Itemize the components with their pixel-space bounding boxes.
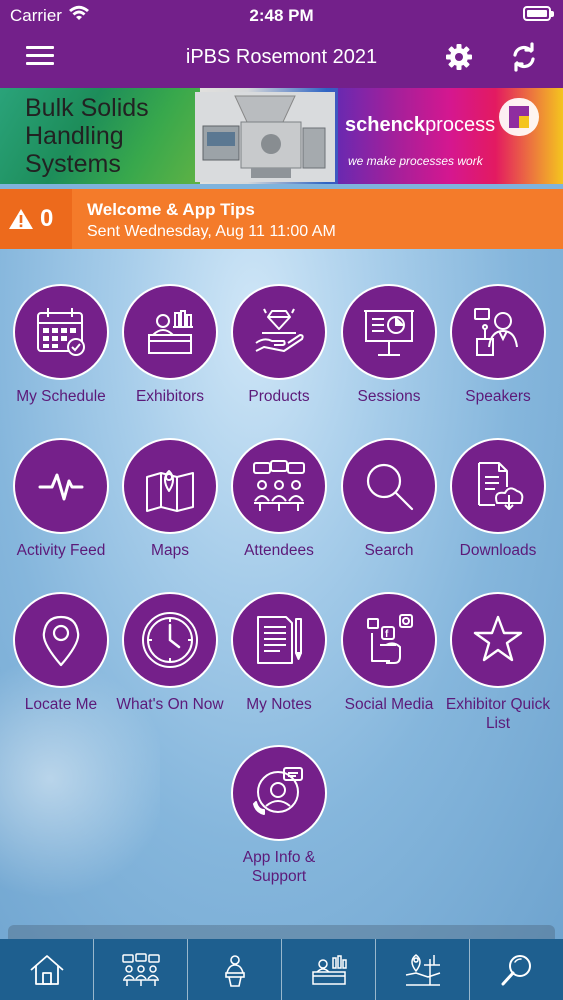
tile-label: My Schedule: [16, 388, 106, 405]
brand-logo-icon: [499, 98, 539, 136]
settings-gear-icon[interactable]: [444, 42, 474, 77]
exhibitor-booth-icon: [311, 954, 347, 985]
map-pin-icon: [122, 438, 218, 534]
tab-attendees[interactable]: [94, 939, 188, 1000]
banner-slogan: we make processes work: [348, 154, 483, 168]
tile-label: Sessions: [357, 388, 421, 405]
refresh-icon[interactable]: [510, 42, 538, 77]
tile-my-notes[interactable]: My Notes: [224, 592, 334, 714]
brand-logo-text: schenckprocess: [345, 114, 496, 136]
tile-attendees[interactable]: Attendees: [224, 438, 334, 560]
banner-headline: Bulk Solids Handling Systems: [25, 94, 149, 178]
attendees-icon: [121, 952, 160, 986]
app-title: iPBS Rosemont 2021: [185, 46, 378, 68]
tab-maps[interactable]: [376, 939, 470, 1000]
pulse-icon: [13, 438, 109, 534]
scroll-indicator: [8, 925, 555, 939]
tile-app-info-support[interactable]: App Info & Support: [224, 745, 334, 886]
tile-exhibitor-quick-list[interactable]: Exhibitor Quick List: [443, 592, 553, 733]
tile-label: Search: [364, 542, 414, 559]
tab-exhibitors[interactable]: [282, 939, 376, 1000]
clock-time: 2:48 PM: [249, 6, 314, 25]
product-hand-icon: [231, 284, 327, 380]
tile-label: Exhibitors: [135, 388, 205, 405]
search-icon: [341, 438, 437, 534]
download-cloud-icon: [450, 438, 546, 534]
tile-search[interactable]: Search: [334, 438, 444, 560]
attendees-icon: [231, 438, 327, 534]
presentation-board-icon: [341, 284, 437, 380]
tile-label: Exhibitor Quick List: [445, 696, 551, 732]
notes-icon: [231, 592, 327, 688]
tile-sessions[interactable]: Sessions: [334, 284, 444, 406]
tab-search[interactable]: [470, 939, 563, 1000]
sponsor-banner[interactable]: Bulk Solids Handling Systems schenckproc…: [0, 88, 563, 184]
search-icon: [501, 954, 531, 985]
tile-label: Downloads: [459, 542, 537, 559]
tile-label: Products: [248, 388, 310, 405]
tile-social-media[interactable]: f Social Media: [334, 592, 444, 714]
tab-speakers[interactable]: [188, 939, 282, 1000]
location-pin-icon: [13, 592, 109, 688]
header: Carrier 2:48 PM iPBS Rosemont 2021: [0, 0, 563, 88]
tile-activity-feed[interactable]: Activity Feed: [6, 438, 116, 560]
tile-products[interactable]: Products: [224, 284, 334, 406]
machine-image: [195, 92, 335, 182]
battery-icon: [523, 6, 554, 21]
social-media-icon: f: [341, 592, 437, 688]
star-icon: [450, 592, 546, 688]
speaker-icon: [224, 954, 245, 987]
tile-speakers[interactable]: Speakers: [443, 284, 553, 406]
menu-grid: My Schedule Exhibitors Products Sessions…: [0, 249, 563, 939]
tile-label: Locate Me: [24, 696, 98, 713]
tile-label: What's On Now: [116, 696, 224, 713]
support-icon: [231, 745, 327, 841]
tile-maps[interactable]: Maps: [115, 438, 225, 560]
tab-bar: [0, 939, 563, 1000]
tile-downloads[interactable]: Downloads: [443, 438, 553, 560]
status-bar: Carrier 2:48 PM: [0, 0, 563, 30]
tile-label: Speakers: [465, 388, 531, 405]
tile-exhibitors[interactable]: Exhibitors: [115, 284, 225, 406]
alert-title: Welcome & App Tips: [87, 200, 255, 219]
speaker-podium-icon: [450, 284, 546, 380]
tile-label: Maps: [151, 542, 189, 559]
tile-label: Activity Feed: [16, 542, 106, 559]
alert-bar[interactable]: 0 Welcome & App Tips Sent Wednesday, Aug…: [0, 189, 563, 249]
calendar-icon: [13, 284, 109, 380]
tile-locate-me[interactable]: Locate Me: [6, 592, 116, 714]
map-icon: [405, 953, 440, 986]
exhibitor-booth-icon: [122, 284, 218, 380]
tile-label: Social Media: [344, 696, 434, 713]
tab-home[interactable]: [0, 939, 94, 1000]
tile-label: App Info & Support: [242, 849, 316, 885]
warning-icon: [9, 209, 33, 229]
home-icon: [29, 954, 64, 985]
tile-whats-on-now[interactable]: What's On Now: [115, 592, 225, 714]
alert-count: 0: [40, 205, 54, 232]
alert-subtitle: Sent Wednesday, Aug 11 11:00 AM: [87, 223, 336, 240]
tile-label: Attendees: [244, 542, 314, 559]
alert-count-box: 0: [0, 189, 72, 249]
tile-label: My Notes: [246, 696, 312, 713]
tile-my-schedule[interactable]: My Schedule: [6, 284, 116, 406]
clock-icon: [122, 592, 218, 688]
